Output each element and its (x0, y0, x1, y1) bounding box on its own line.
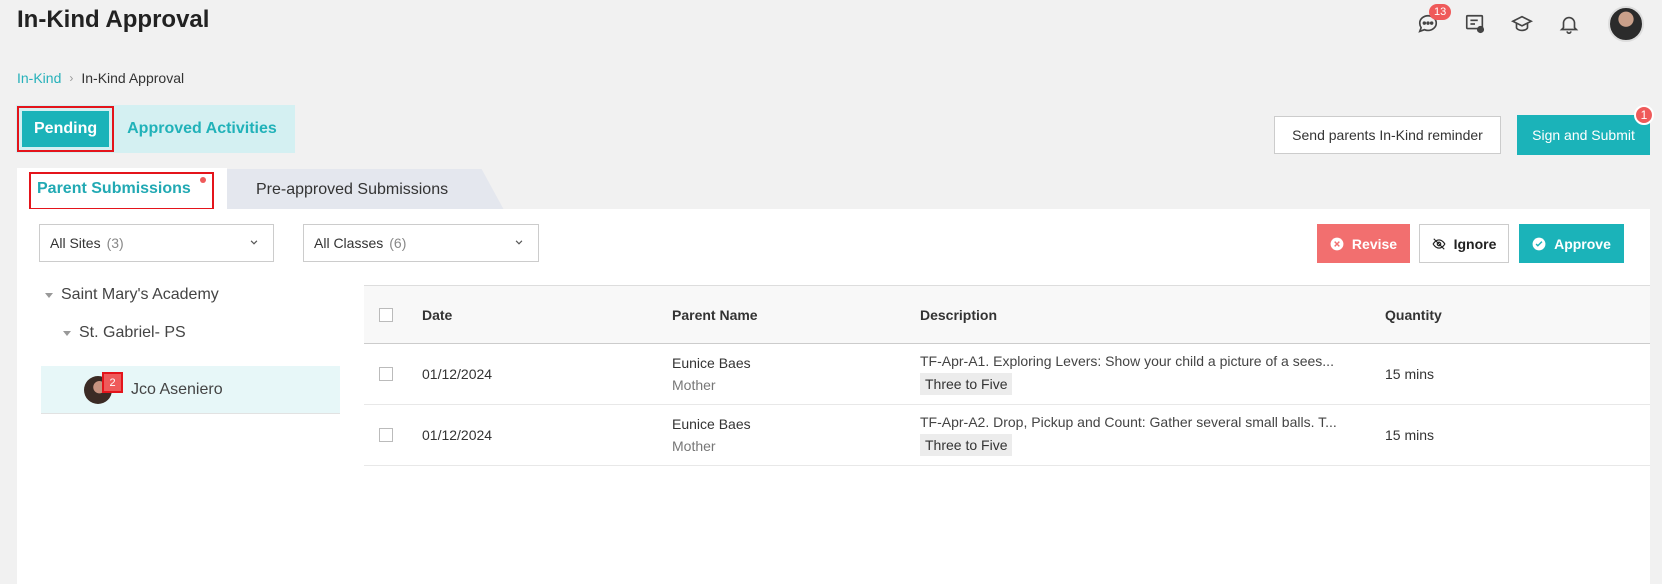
check-circle-icon (1532, 237, 1546, 250)
sites-select[interactable]: All Sites (3) (39, 224, 274, 262)
send-reminder-button[interactable]: Send parents In-Kind reminder (1274, 116, 1501, 154)
row-date: 01/12/2024 (422, 427, 493, 443)
classes-count: (6) (389, 235, 407, 251)
ignore-button[interactable]: Ignore (1419, 224, 1509, 263)
table-row[interactable]: 01/12/2024 Eunice Baes Mother TF-Apr-A2.… (364, 405, 1650, 466)
row-description-text: TF-Apr-A2. Drop, Pickup and Count: Gathe… (920, 414, 1337, 430)
bell-icon[interactable] (1558, 13, 1580, 35)
row-parent: Eunice Baes Mother (672, 355, 920, 393)
row-description-text: TF-Apr-A1. Exploring Levers: Show your c… (920, 353, 1334, 369)
row-relation: Mother (672, 438, 716, 454)
ignore-label: Ignore (1453, 235, 1497, 252)
revise-label: Revise (1351, 235, 1398, 252)
tree-site[interactable]: Saint Mary's Academy (45, 286, 219, 304)
row-quantity: 15 mins (1385, 427, 1435, 443)
table-row[interactable]: 01/12/2024 Eunice Baes Mother TF-Apr-A1.… (364, 344, 1650, 405)
child-name: Jco Aseniero (131, 380, 223, 398)
table-header: Date Parent Name Description Quantity (364, 285, 1650, 344)
header-description: Description (920, 306, 998, 323)
age-tag: Three to Five (920, 434, 1013, 456)
eye-off-icon (1432, 237, 1446, 250)
sites-select-label: All Sites (50, 235, 101, 251)
tab-parent-submissions[interactable]: Parent Submissions (17, 168, 227, 210)
main-tabs: Pending Approved Activities (16, 105, 295, 153)
row-description: TF-Apr-A1. Exploring Levers: Show your c… (920, 353, 1385, 395)
row-checkbox[interactable] (379, 367, 393, 381)
chat-icon[interactable]: 13 (1417, 4, 1452, 35)
header-quantity: Quantity (1385, 306, 1442, 323)
approve-label: Approve (1554, 235, 1611, 252)
tree-site-label: Saint Mary's Academy (61, 286, 219, 303)
breadcrumb: In-Kind › In-Kind Approval (17, 70, 184, 86)
close-circle-icon (1330, 237, 1344, 250)
sign-and-submit-button[interactable]: Sign and Submit 1 (1517, 105, 1654, 155)
tree-child[interactable]: 2 Jco Aseniero (41, 366, 340, 414)
classes-select[interactable]: All Classes (6) (303, 224, 539, 262)
tab-parent-submissions-label: Parent Submissions (37, 180, 191, 197)
row-parent-name: Eunice Baes (672, 355, 751, 371)
user-avatar[interactable] (1608, 6, 1644, 42)
tab-pending[interactable]: Pending (16, 106, 115, 152)
header-date: Date (422, 306, 453, 323)
tree-class-label: St. Gabriel- PS (79, 324, 186, 341)
tab-approved-activities[interactable]: Approved Activities (115, 105, 295, 153)
sites-count: (3) (106, 235, 124, 251)
chevron-down-icon (250, 240, 258, 245)
announcement-icon[interactable] (1464, 13, 1486, 35)
classes-select-label: All Classes (314, 235, 384, 251)
submissions-panel: All Sites (3) All Classes (6) Revise Ign… (17, 209, 1650, 584)
revise-button[interactable]: Revise (1317, 224, 1410, 263)
unread-dot (200, 177, 206, 183)
row-date: 01/12/2024 (422, 366, 493, 382)
sign-and-submit-label: Sign and Submit (1532, 127, 1635, 143)
row-checkbox[interactable] (379, 428, 393, 442)
row-parent-name: Eunice Baes (672, 416, 751, 432)
sign-badge: 1 (1634, 105, 1654, 125)
page-title: In-Kind Approval (17, 6, 210, 33)
breadcrumb-in-kind[interactable]: In-Kind (17, 70, 61, 86)
row-relation: Mother (672, 377, 716, 393)
row-parent: Eunice Baes Mother (672, 416, 920, 454)
breadcrumb-current: In-Kind Approval (81, 70, 185, 86)
caret-down-icon (45, 292, 53, 298)
top-icons: 13 (1417, 4, 1644, 42)
tree-class[interactable]: St. Gabriel- PS (63, 324, 186, 342)
graduation-cap-icon[interactable] (1511, 13, 1533, 35)
submissions-table: Date Parent Name Description Quantity 01… (364, 285, 1650, 466)
select-all-checkbox[interactable] (379, 307, 393, 322)
header-parent-name: Parent Name (672, 306, 758, 323)
chat-badge: 13 (1429, 4, 1452, 20)
chevron-down-icon (515, 240, 523, 245)
age-tag: Three to Five (920, 373, 1013, 395)
tab-pre-approved-submissions[interactable]: Pre-approved Submissions (224, 169, 504, 210)
approve-button[interactable]: Approve (1519, 224, 1624, 263)
caret-down-icon (63, 330, 71, 336)
chevron-right-icon: › (69, 71, 74, 85)
row-description: TF-Apr-A2. Drop, Pickup and Count: Gathe… (920, 414, 1385, 456)
row-quantity: 15 mins (1385, 366, 1435, 382)
child-badge: 2 (102, 372, 123, 393)
